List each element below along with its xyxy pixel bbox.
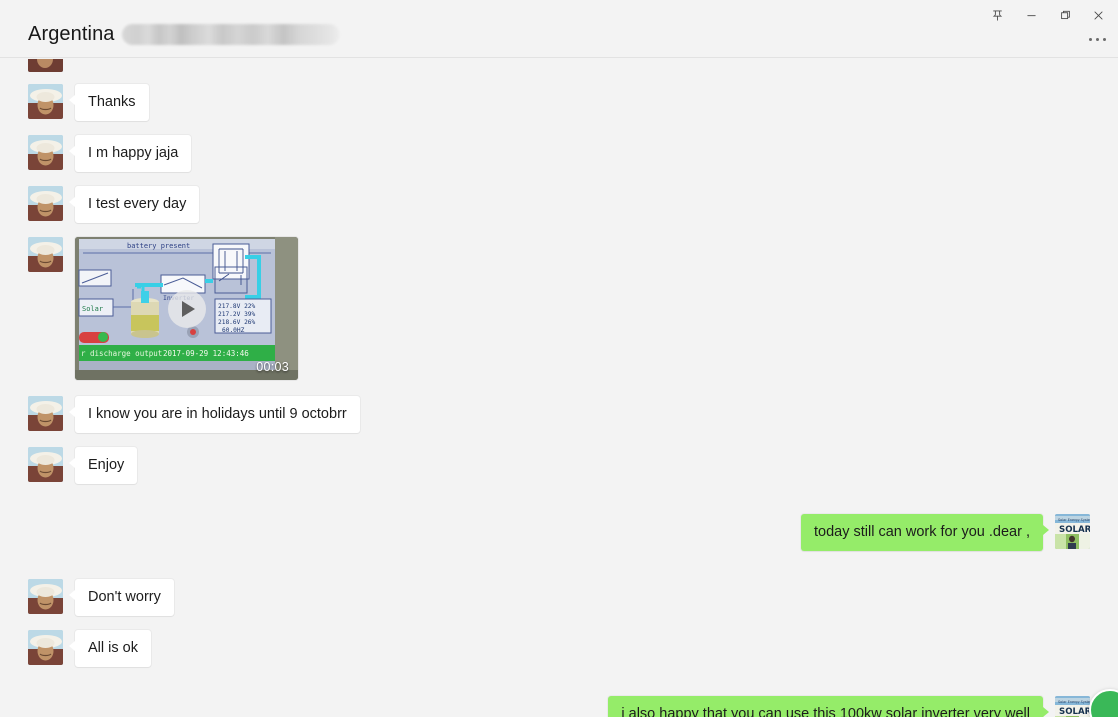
message-row: All is ok — [0, 630, 1118, 667]
svg-text:battery present: battery present — [127, 242, 190, 250]
contact-avatar[interactable] — [28, 237, 63, 272]
chat-window: Argentina Thanks I m happy jaja I test e… — [0, 0, 1118, 717]
dot-3 — [1102, 37, 1106, 41]
message-row-partial — [0, 59, 1118, 72]
message-row-outgoing: today still can work for you .dear , Sol… — [0, 514, 1118, 551]
pin-icon[interactable] — [980, 0, 1014, 30]
svg-text:Solar Energy Systems: Solar Energy Systems — [1058, 518, 1090, 522]
contact-avatar[interactable] — [28, 84, 63, 119]
svg-text:217.2V 39%: 217.2V 39% — [218, 311, 256, 318]
maximize-icon[interactable] — [1048, 0, 1082, 30]
message-row-video: battery present Inverter — [0, 237, 1118, 380]
svg-text:r discharge output: r discharge output — [81, 349, 162, 358]
message-row: I m happy jaja — [0, 135, 1118, 172]
message-bubble[interactable]: All is ok — [69, 630, 151, 667]
contact-avatar[interactable] — [28, 135, 63, 170]
page-title: Argentina — [28, 23, 115, 45]
message-bubble[interactable]: Enjoy — [68, 447, 138, 484]
window-controls — [980, 0, 1118, 32]
chat-header: Argentina — [28, 21, 340, 47]
dot-2 — [1095, 37, 1099, 41]
message-bubble[interactable]: today still can work for you .dear , — [801, 514, 1049, 551]
more-options-button[interactable] — [1082, 30, 1112, 48]
minimize-icon[interactable] — [1014, 0, 1048, 30]
message-row: Don't worry — [0, 579, 1118, 616]
message-bubble[interactable]: I m happy jaja — [68, 135, 192, 172]
svg-text:218.6V 26%: 218.6V 26% — [218, 319, 256, 326]
message-row: I know you are in holidays until 9 octob… — [0, 396, 1118, 433]
message-row: Enjoy — [0, 447, 1118, 484]
message-list[interactable]: Thanks I m happy jaja I test every day b… — [0, 59, 1118, 717]
svg-text:217.8V 22%: 217.8V 22% — [218, 303, 256, 310]
message-row: Thanks — [0, 84, 1118, 121]
self-avatar[interactable]: Solar Energy Systems SOLAR — [1055, 514, 1090, 549]
svg-text:60.0HZ: 60.0HZ — [222, 327, 245, 334]
redacted-title-suffix — [121, 23, 340, 45]
message-bubble[interactable]: Thanks — [69, 84, 149, 121]
message-row-outgoing: i also happy that you can use this 100kw… — [0, 696, 1118, 717]
message-bubble[interactable]: I know you are in holidays until 9 octob… — [69, 396, 360, 433]
contact-avatar[interactable] — [28, 59, 63, 72]
close-icon[interactable] — [1082, 0, 1118, 30]
video-message[interactable]: battery present Inverter — [75, 237, 298, 380]
contact-avatar[interactable] — [28, 396, 63, 431]
dot-1 — [1088, 37, 1092, 41]
contact-avatar[interactable] — [28, 630, 63, 665]
title-bar: Argentina — [0, 0, 1118, 58]
message-bubble[interactable]: i also happy that you can use this 100kw… — [608, 696, 1049, 717]
float-badge-glyph — [1107, 699, 1113, 717]
svg-text:Solar: Solar — [82, 305, 103, 313]
svg-text:SOLAR: SOLAR — [1059, 525, 1090, 535]
self-avatar[interactable]: Solar Energy Systems SOLAR — [1055, 696, 1090, 717]
svg-text:2017-09-29 12:43:46: 2017-09-29 12:43:46 — [163, 349, 249, 358]
svg-text:SOLAR: SOLAR — [1059, 707, 1090, 717]
svg-text:Solar Energy Systems: Solar Energy Systems — [1058, 700, 1090, 704]
message-bubble[interactable]: Don't worry — [69, 579, 174, 616]
message-bubble[interactable]: I test every day — [68, 186, 200, 223]
contact-avatar[interactable] — [28, 579, 63, 614]
video-duration: 00:03 — [256, 360, 289, 374]
message-row: I test every day — [0, 186, 1118, 223]
play-button[interactable] — [167, 289, 206, 328]
contact-avatar[interactable] — [28, 186, 63, 221]
contact-avatar[interactable] — [28, 447, 63, 482]
